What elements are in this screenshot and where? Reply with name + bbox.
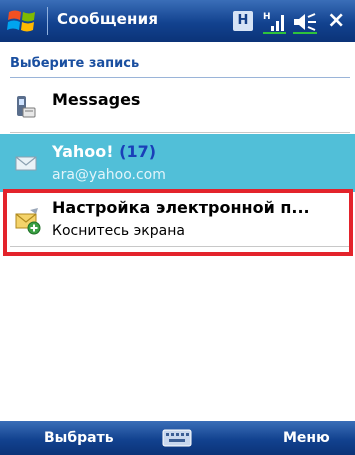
signal-icon[interactable]: H <box>262 9 288 35</box>
account-name: Yahoo! <box>52 142 114 161</box>
window-title: Сообщения <box>57 10 159 28</box>
left-softkey-select[interactable]: Выбрать <box>44 430 114 446</box>
close-icon[interactable]: × <box>327 8 345 34</box>
title-separator <box>47 7 48 35</box>
item-title: Messages <box>52 90 141 109</box>
unread-count: (17) <box>119 142 157 161</box>
list-item-messages[interactable]: Messages <box>0 80 355 132</box>
row-divider <box>10 132 350 133</box>
phone-icon <box>17 96 36 118</box>
menu-bar: Выбрать Меню <box>0 421 355 455</box>
title-bar: Сообщения H H × <box>0 0 355 42</box>
envelope-icon <box>15 156 37 171</box>
speaker-icon[interactable] <box>291 9 319 35</box>
account-email: ara@yahoo.com <box>52 167 166 183</box>
list-item-yahoo[interactable]: Yahoo! (17) ara@yahoo.com <box>0 134 355 192</box>
highlight-frame <box>3 189 353 256</box>
svg-text:H: H <box>263 12 271 22</box>
network-type-badge[interactable]: H <box>233 11 253 31</box>
keyboard-icon[interactable] <box>162 428 192 448</box>
right-softkey-menu[interactable]: Меню <box>283 430 330 446</box>
list-header: Выберите запись <box>10 56 140 71</box>
header-divider <box>10 77 350 78</box>
windows-flag-icon[interactable] <box>6 6 38 36</box>
item-title: Yahoo! (17) <box>52 142 156 161</box>
